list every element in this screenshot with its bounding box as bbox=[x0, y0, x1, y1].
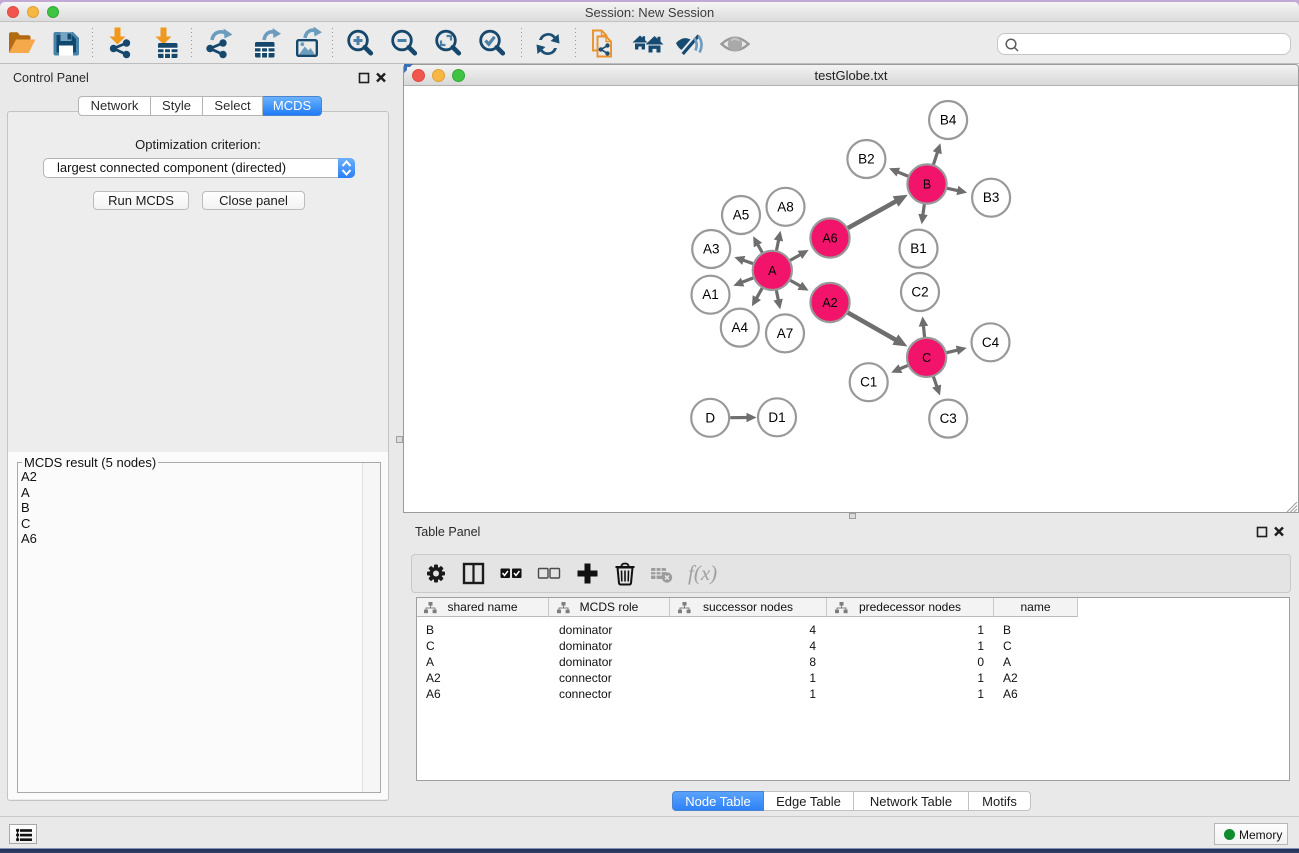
svg-text:A2: A2 bbox=[822, 296, 837, 310]
svg-text:C4: C4 bbox=[982, 335, 1000, 350]
svg-text:D1: D1 bbox=[768, 410, 785, 425]
svg-text:B4: B4 bbox=[940, 113, 957, 128]
svg-text:B2: B2 bbox=[858, 152, 875, 167]
svg-text:A8: A8 bbox=[777, 199, 794, 214]
svg-text:D: D bbox=[705, 410, 715, 425]
svg-text:A5: A5 bbox=[733, 208, 750, 223]
svg-text:A6: A6 bbox=[822, 232, 837, 246]
svg-text:C1: C1 bbox=[860, 375, 877, 390]
svg-text:B: B bbox=[923, 178, 931, 192]
svg-text:A7: A7 bbox=[777, 326, 794, 341]
svg-text:f(x): f(x) bbox=[688, 561, 717, 585]
svg-text:C3: C3 bbox=[940, 411, 957, 426]
svg-text:C: C bbox=[922, 351, 931, 365]
svg-text:A3: A3 bbox=[703, 242, 720, 257]
svg-text:C2: C2 bbox=[911, 285, 928, 300]
svg-text:A: A bbox=[768, 264, 777, 278]
svg-text:B3: B3 bbox=[983, 190, 1000, 205]
svg-text:A1: A1 bbox=[702, 287, 719, 302]
svg-text:A4: A4 bbox=[732, 320, 749, 335]
svg-text:B1: B1 bbox=[910, 241, 927, 256]
